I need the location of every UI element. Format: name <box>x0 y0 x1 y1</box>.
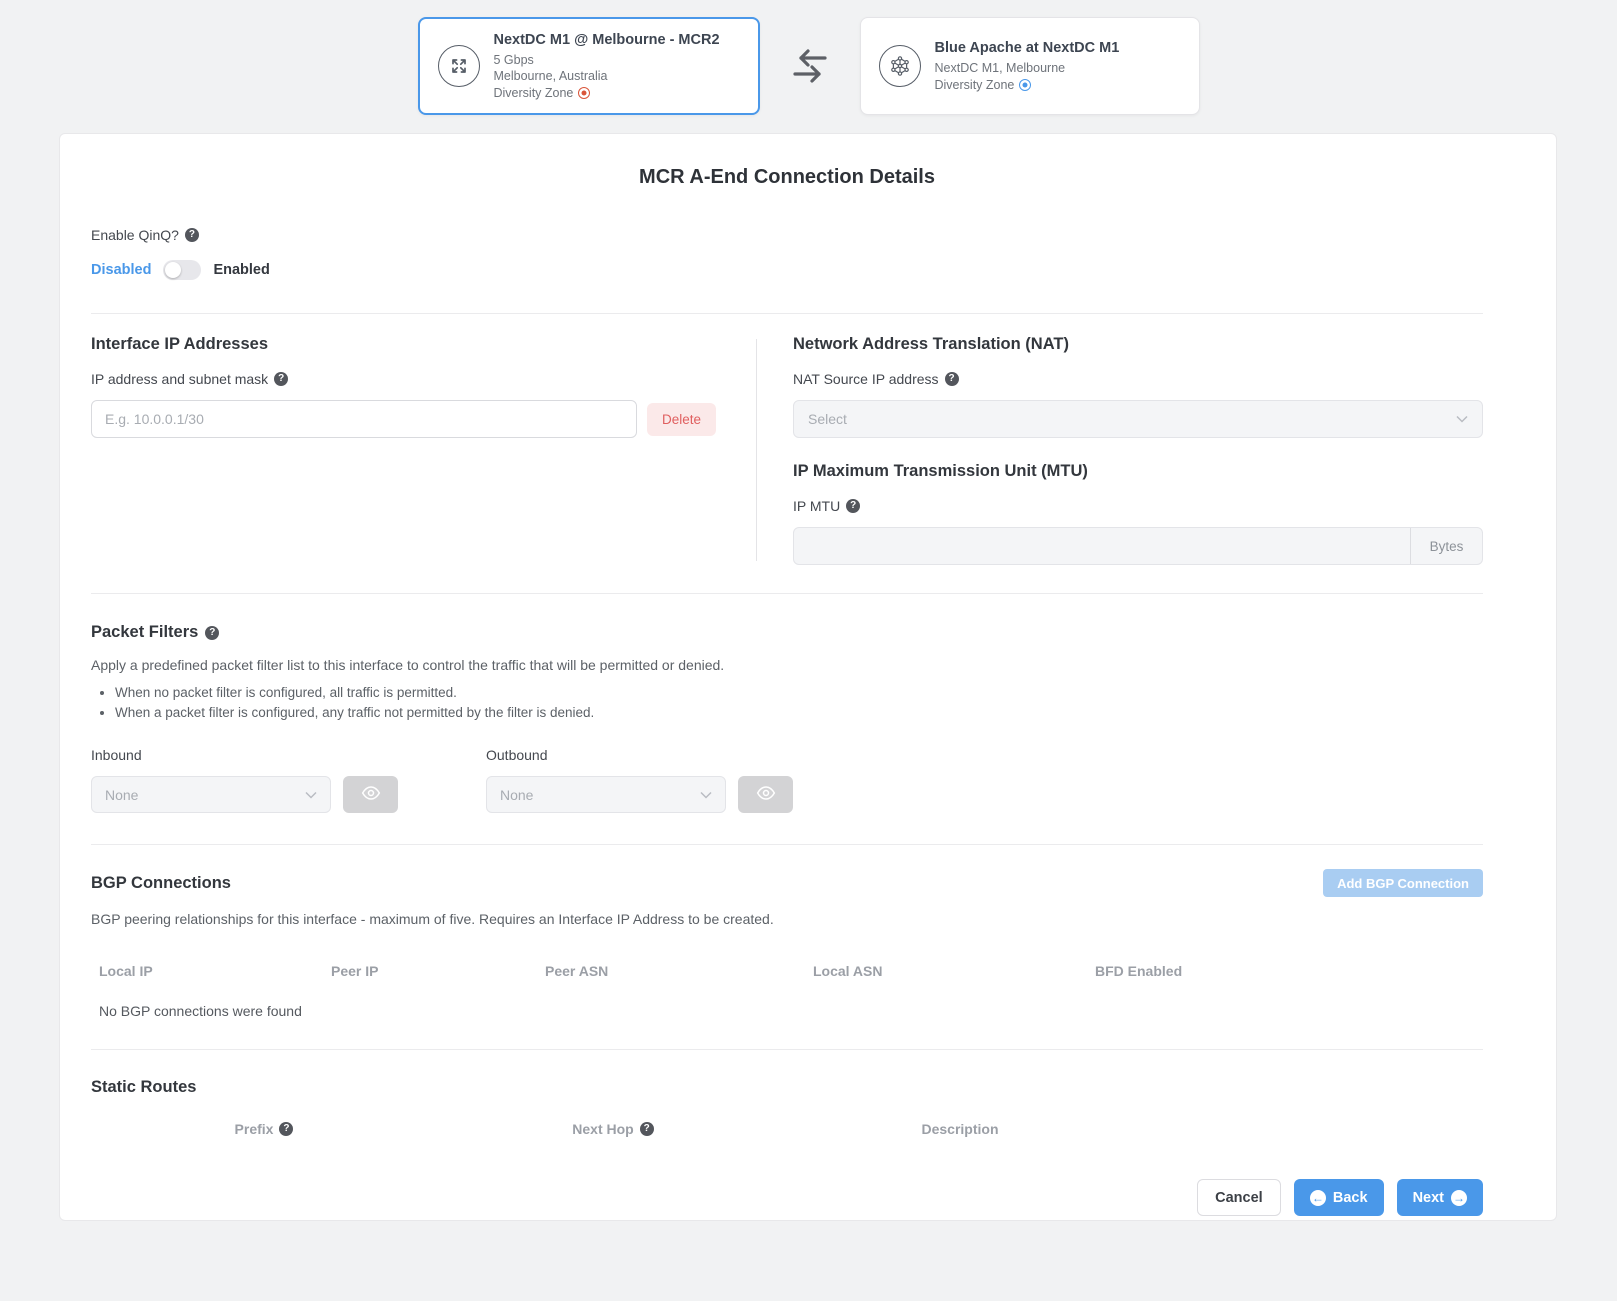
chevron-down-icon <box>700 791 712 799</box>
view-inbound-filter-button[interactable] <box>343 776 398 813</box>
outbound-filter-select[interactable]: None <box>486 776 726 813</box>
page-title: MCR A-End Connection Details <box>91 166 1483 189</box>
swap-arrows-icon <box>760 17 860 115</box>
ip-subnet-label: IP address and subnet mask ? <box>91 371 716 387</box>
back-arrow-icon: ← <box>1310 1190 1326 1206</box>
view-outbound-filter-button[interactable] <box>738 776 793 813</box>
bgp-col-peer-ip: Peer IP <box>331 963 545 979</box>
b-end-title: Blue Apache at NextDC M1 <box>935 39 1120 58</box>
divider <box>91 313 1483 314</box>
inbound-filter-select[interactable]: None <box>91 776 331 813</box>
bgp-col-local-ip: Local IP <box>99 963 331 979</box>
nat-source-select[interactable]: Select <box>793 400 1483 438</box>
a-end-card[interactable]: NextDC M1 @ Melbourne - MCR2 5 Gbps Melb… <box>418 17 760 115</box>
bullet-item: When a packet filter is configured, any … <box>115 705 1483 720</box>
bgp-table-header: Local IP Peer IP Peer ASN Local ASN BFD … <box>91 963 1483 979</box>
eye-icon <box>361 783 381 806</box>
cancel-button[interactable]: Cancel <box>1197 1179 1281 1216</box>
b-end-card[interactable]: Blue Apache at NextDC M1 NextDC M1, Melb… <box>860 17 1200 115</box>
b-end-location: NextDC M1, Melbourne <box>935 60 1120 77</box>
static-routes-heading: Static Routes <box>91 1078 1483 1097</box>
bgp-col-local-asn: Local ASN <box>813 963 1095 979</box>
sr-col-prefix: Prefix ? <box>91 1121 437 1137</box>
next-arrow-icon: → <box>1451 1190 1467 1206</box>
divider <box>91 844 1483 845</box>
help-icon[interactable]: ? <box>185 228 199 242</box>
qinq-label: Enable QinQ? ? <box>91 227 1483 243</box>
inbound-label: Inbound <box>91 747 398 763</box>
chevron-down-icon <box>1456 415 1468 423</box>
connection-details-panel: MCR A-End Connection Details Enable QinQ… <box>59 133 1557 1221</box>
chevron-down-icon <box>305 791 317 799</box>
divider <box>91 593 1483 594</box>
ip-address-input[interactable] <box>91 400 637 438</box>
a-end-location: Melbourne, Australia <box>494 68 720 85</box>
mtu-heading: IP Maximum Transmission Unit (MTU) <box>793 462 1483 481</box>
bgp-col-bfd-enabled: BFD Enabled <box>1095 963 1182 979</box>
sr-col-description: Description <box>789 1121 1131 1137</box>
divider <box>91 1049 1483 1050</box>
help-icon[interactable]: ? <box>274 372 288 386</box>
qinq-enabled-label: Enabled <box>213 262 269 278</box>
bgp-empty-state: No BGP connections were found <box>91 1003 1483 1019</box>
a-end-speed: 5 Gbps <box>494 52 720 69</box>
a-end-title: NextDC M1 @ Melbourne - MCR2 <box>494 31 720 50</box>
back-button[interactable]: ← Back <box>1294 1179 1384 1216</box>
packet-filters-bullets: When no packet filter is configured, all… <box>91 685 1483 720</box>
outbound-label: Outbound <box>486 747 793 763</box>
mtu-unit-label: Bytes <box>1410 528 1482 564</box>
delete-ip-button[interactable]: Delete <box>647 403 716 436</box>
static-routes-header: Prefix ? Next Hop ? Description <box>91 1121 1483 1137</box>
next-button[interactable]: Next → <box>1397 1179 1483 1216</box>
diversity-zone-blue-icon <box>1019 79 1031 91</box>
nat-source-label: NAT Source IP address ? <box>793 371 1483 387</box>
packet-filters-heading: Packet Filters ? <box>91 623 1483 642</box>
help-icon[interactable]: ? <box>846 499 860 513</box>
b-end-diversity-zone: Diversity Zone <box>935 77 1120 94</box>
add-bgp-connection-button[interactable]: Add BGP Connection <box>1323 869 1483 897</box>
interface-ip-heading: Interface IP Addresses <box>91 335 716 354</box>
bullet-item: When no packet filter is configured, all… <box>115 685 1483 700</box>
nat-heading: Network Address Translation (NAT) <box>793 335 1483 354</box>
bgp-col-peer-asn: Peer ASN <box>545 963 813 979</box>
ip-mtu-input[interactable] <box>794 528 1410 564</box>
ip-mtu-input-group: Bytes <box>793 527 1483 565</box>
sr-col-next-hop: Next Hop ? <box>437 1121 789 1137</box>
help-icon[interactable]: ? <box>640 1122 654 1136</box>
help-icon[interactable]: ? <box>205 626 219 640</box>
ip-mtu-label: IP MTU ? <box>793 498 1483 514</box>
bgp-description: BGP peering relationships for this inter… <box>91 911 1483 927</box>
qinq-disabled-label: Disabled <box>91 262 151 278</box>
qinq-toggle[interactable] <box>163 260 201 280</box>
a-end-diversity-zone: Diversity Zone <box>494 85 720 102</box>
help-icon[interactable]: ? <box>945 372 959 386</box>
mcr-icon <box>438 45 480 87</box>
eye-icon <box>756 783 776 806</box>
diversity-zone-red-icon <box>578 87 590 99</box>
endpoint-header: NextDC M1 @ Melbourne - MCR2 5 Gbps Melb… <box>0 17 1617 117</box>
bgp-heading: BGP Connections <box>91 874 231 893</box>
network-mesh-icon <box>879 45 921 87</box>
help-icon[interactable]: ? <box>279 1122 293 1136</box>
packet-filters-description: Apply a predefined packet filter list to… <box>91 657 1483 673</box>
